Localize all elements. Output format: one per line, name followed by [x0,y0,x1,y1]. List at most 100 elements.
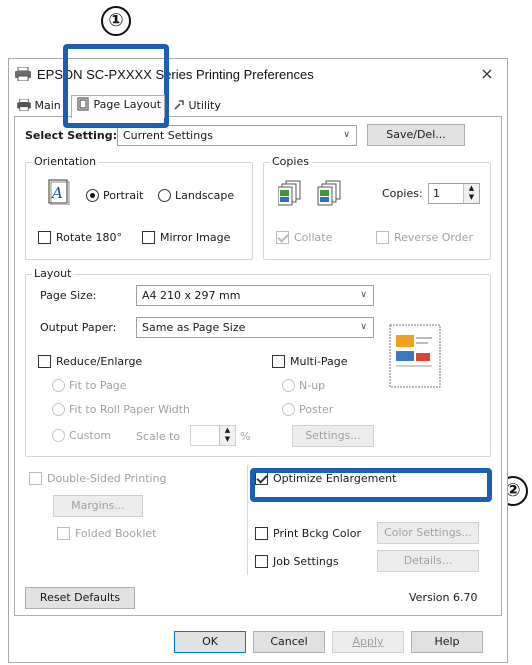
cancel-button[interactable]: Cancel [253,631,325,653]
orientation-group: Orientation A Portrait Landscape Rotate … [25,155,253,260]
fit-to-roll-radio[interactable]: Fit to Roll Paper Width [52,403,190,417]
double-sided-label: Double-Sided Printing [47,472,167,485]
job-settings-label: Job Settings [273,555,339,568]
printer-icon [17,98,31,112]
spin-arrows-icon[interactable]: ▲ ▼ [463,184,479,203]
copies-label: Copies: [382,187,423,200]
reduce-enlarge-checkbox[interactable]: Reduce/Enlarge [38,355,142,369]
copies-group: Copies Copies: 1 ▲ ▼ Collate Reverse Orde… [263,155,491,260]
fit-to-page-label: Fit to Page [69,379,127,392]
mirror-image-checkbox[interactable]: Mirror Image [142,231,230,245]
select-setting-dropdown[interactable]: Current Settings ∨ [117,125,357,146]
folded-booklet-label: Folded Booklet [75,527,157,540]
copies-stepper[interactable]: 1 ▲ ▼ [428,183,480,204]
apply-button[interactable]: Apply [332,631,404,653]
n-up-dot [282,379,295,392]
landscape-label: Landscape [175,189,235,202]
rotate-180-box [38,231,51,244]
version-label: Version 6.70 [409,591,478,604]
title-bar: EPSON SC-PXXXX Series Printing Preferenc… [9,59,507,91]
rotate-180-checkbox[interactable]: Rotate 180° [38,231,122,245]
double-sided-box [29,472,42,485]
settings-button[interactable]: Settings... [292,425,374,447]
spin-arrows-icon[interactable]: ▲ ▼ [219,426,235,445]
multi-page-checkbox[interactable]: Multi-Page [272,355,348,369]
callout-number-1: ① [101,6,131,36]
optimize-enlargement-label: Optimize Enlargement [273,472,397,485]
portrait-radio-dot [86,189,99,202]
mirror-image-box [142,231,155,244]
print-bckg-color-box [255,527,268,540]
separator-horizontal [255,499,491,500]
rotate-180-label: Rotate 180° [56,231,123,244]
portrait-label: Portrait [103,189,144,202]
scale-to-label: Scale to [136,430,181,443]
landscape-radio-dot [158,189,171,202]
double-sided-checkbox[interactable]: Double-Sided Printing [29,472,167,486]
reset-defaults-button[interactable]: Reset Defaults [25,587,135,609]
reduce-enlarge-label: Reduce/Enlarge [56,355,143,368]
landscape-radio[interactable]: Landscape [158,189,234,203]
printing-preferences-dialog: EPSON SC-PXXXX Series Printing Preferenc… [8,58,508,663]
printer-icon [15,67,31,81]
output-paper-label: Output Paper: [40,321,117,334]
custom-radio[interactable]: Custom [52,429,111,443]
select-setting-label: Select Setting: [25,129,117,142]
tab-page-layout-label: Page Layout [93,98,162,111]
margins-button[interactable]: Margins... [53,495,143,517]
n-up-label: N-up [299,379,326,392]
portrait-radio[interactable]: Portrait [86,189,143,203]
details-button[interactable]: Details... [377,550,479,572]
collate-checkbox[interactable]: Collate [276,231,332,245]
output-paper-value: Same as Page Size [142,321,246,334]
reverse-order-checkbox[interactable]: Reverse Order [376,231,473,245]
tab-strip: Main Page Layout Utility [9,93,507,118]
ok-button[interactable]: OK [174,631,246,653]
reduce-enlarge-box [38,355,51,368]
color-settings-button[interactable]: Color Settings... [377,522,479,544]
reverse-order-label: Reverse Order [394,231,473,244]
custom-label: Custom [69,429,112,442]
page-layout-icon [77,97,89,111]
page-size-value: A4 210 x 297 mm [142,289,241,302]
close-button[interactable]: × [477,64,497,84]
fit-to-page-dot [52,379,65,392]
job-settings-checkbox[interactable]: Job Settings [255,555,339,569]
output-paper-dropdown[interactable]: Same as Page Size ∨ [136,317,374,338]
n-up-radio[interactable]: N-up [282,379,325,393]
multi-page-label: Multi-Page [290,355,348,368]
copies-value: 1 [433,187,440,200]
reverse-order-box [376,231,389,244]
tab-main-label: Main [34,99,61,112]
page-preview-icon [389,324,441,388]
tab-utility[interactable]: Utility [169,97,229,117]
layout-title: Layout [32,267,74,280]
help-button[interactable]: Help [411,631,483,653]
fit-to-page-radio[interactable]: Fit to Page [52,379,127,393]
print-bckg-color-checkbox[interactable]: Print Bckg Color [255,527,361,541]
folded-booklet-checkbox[interactable]: Folded Booklet [57,527,156,541]
window-title: EPSON SC-PXXXX Series Printing Preferenc… [37,67,314,82]
mirror-image-label: Mirror Image [160,231,231,244]
fit-to-roll-dot [52,403,65,416]
fit-to-roll-label: Fit to Roll Paper Width [69,403,191,416]
tab-utility-label: Utility [188,99,221,112]
poster-radio[interactable]: Poster [282,403,333,417]
collate-pages-icon [278,180,341,206]
page-size-dropdown[interactable]: A4 210 x 297 mm ∨ [136,285,374,306]
tab-page-layout[interactable]: Page Layout [71,95,165,118]
print-bckg-color-label: Print Bckg Color [273,527,361,540]
percent-label: % [240,430,251,443]
tab-main[interactable]: Main [13,97,69,117]
poster-dot [282,403,295,416]
chevron-down-icon: ∨ [360,322,367,332]
save-del-button[interactable]: Save/Del... [367,124,465,146]
scale-stepper[interactable]: ▲ ▼ [190,425,236,446]
job-settings-box [255,555,268,568]
collate-label: Collate [294,231,333,244]
layout-group: Layout Page Size: A4 210 x 297 mm ∨ Outp… [25,267,491,457]
orientation-title: Orientation [32,155,99,168]
optimize-enlargement-checkbox[interactable]: Optimize Enlargement [255,472,396,486]
page-size-label: Page Size: [40,289,97,302]
custom-dot [52,429,65,442]
